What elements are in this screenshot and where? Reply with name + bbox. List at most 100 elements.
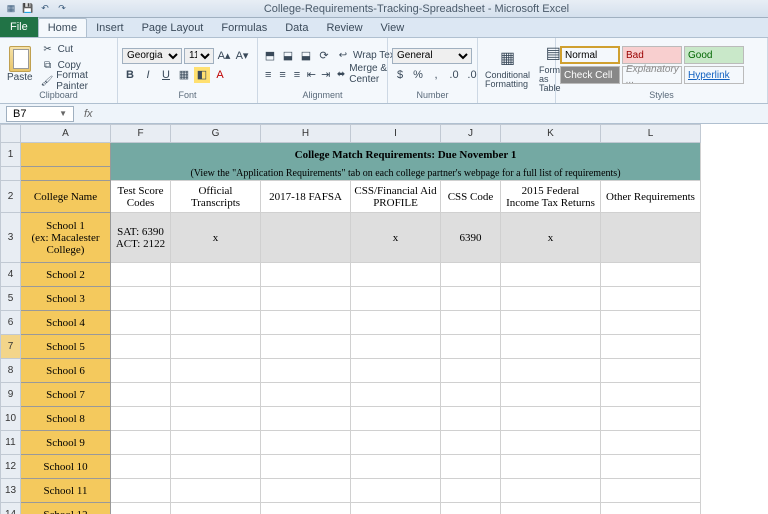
cell[interactable] [171, 479, 261, 503]
cell[interactable] [501, 383, 601, 407]
cell[interactable] [351, 287, 441, 311]
cell[interactable] [171, 287, 261, 311]
row-header[interactable]: 13 [1, 479, 21, 503]
save-icon[interactable]: 💾 [21, 2, 35, 16]
cell[interactable] [501, 479, 601, 503]
cell[interactable] [171, 335, 261, 359]
cell[interactable] [171, 503, 261, 514]
tab-formulas[interactable]: Formulas [212, 19, 276, 37]
header-cell[interactable]: College Name [21, 181, 111, 213]
cell[interactable] [111, 383, 171, 407]
fx-icon[interactable]: fx [84, 108, 93, 120]
col-header[interactable]: G [171, 125, 261, 143]
percent-icon[interactable]: % [410, 67, 426, 83]
cell[interactable] [441, 311, 501, 335]
cell[interactable] [601, 311, 701, 335]
undo-icon[interactable]: ↶ [38, 2, 52, 16]
tab-home[interactable]: Home [38, 18, 87, 37]
cell[interactable] [601, 383, 701, 407]
tab-review[interactable]: Review [317, 19, 371, 37]
paste-button[interactable]: Paste [4, 46, 36, 84]
school-cell[interactable]: School 10 [21, 455, 111, 479]
cell[interactable] [261, 383, 351, 407]
cell[interactable]: SAT: 6390ACT: 2122 [111, 213, 171, 263]
style-check-cell[interactable]: Check Cell [560, 66, 620, 84]
cell[interactable] [111, 263, 171, 287]
cell[interactable] [111, 311, 171, 335]
cell[interactable] [501, 455, 601, 479]
cell[interactable] [601, 335, 701, 359]
tab-insert[interactable]: Insert [87, 19, 133, 37]
row-header[interactable]: 9 [1, 383, 21, 407]
cell[interactable] [111, 431, 171, 455]
row-header[interactable]: 11 [1, 431, 21, 455]
cell[interactable] [351, 263, 441, 287]
col-header[interactable]: A [21, 125, 111, 143]
row-header[interactable]: 2 [1, 181, 21, 213]
orientation-icon[interactable]: ⟳ [316, 48, 332, 64]
row-header[interactable]: 1 [1, 143, 21, 167]
header-cell[interactable]: 2015 Federal Income Tax Returns [501, 181, 601, 213]
cell[interactable] [261, 407, 351, 431]
cell[interactable] [261, 311, 351, 335]
cell[interactable] [601, 455, 701, 479]
row-header[interactable]: 10 [1, 407, 21, 431]
school-cell[interactable]: School 8 [21, 407, 111, 431]
cell[interactable] [441, 359, 501, 383]
cell[interactable] [501, 503, 601, 514]
style-hyperlink[interactable]: Hyperlink [684, 66, 744, 84]
col-header[interactable]: L [601, 125, 701, 143]
select-all-corner[interactable] [1, 125, 21, 143]
cell[interactable] [601, 479, 701, 503]
cell[interactable] [501, 311, 601, 335]
header-cell[interactable]: CSS Code [441, 181, 501, 213]
bold-icon[interactable]: B [122, 67, 138, 83]
cell[interactable] [111, 287, 171, 311]
cell[interactable] [501, 287, 601, 311]
cell[interactable] [21, 143, 111, 167]
cell[interactable] [111, 407, 171, 431]
conditional-formatting-button[interactable]: ▦Conditional Formatting [482, 45, 533, 90]
cell[interactable] [111, 503, 171, 514]
cell[interactable] [261, 335, 351, 359]
cell[interactable] [351, 455, 441, 479]
cell[interactable] [111, 455, 171, 479]
row-header[interactable]: 6 [1, 311, 21, 335]
cell[interactable] [601, 287, 701, 311]
font-name-select[interactable]: Georgia [122, 48, 182, 64]
col-header[interactable]: F [111, 125, 171, 143]
cell[interactable] [601, 503, 701, 514]
cell[interactable] [501, 335, 601, 359]
italic-icon[interactable]: I [140, 67, 156, 83]
cell[interactable] [601, 431, 701, 455]
school-cell[interactable]: School 6 [21, 359, 111, 383]
cell[interactable]: 6390 [441, 213, 501, 263]
header-cell[interactable]: Other Requirements [601, 181, 701, 213]
subtitle-cell[interactable]: (View the "Application Requirements" tab… [111, 167, 701, 181]
col-header[interactable]: J [441, 125, 501, 143]
row-header[interactable]: 7 [1, 335, 21, 359]
cell[interactable] [171, 407, 261, 431]
row-header[interactable]: 12 [1, 455, 21, 479]
cell[interactable] [441, 455, 501, 479]
style-good[interactable]: Good [684, 46, 744, 64]
col-header[interactable]: I [351, 125, 441, 143]
font-size-select[interactable]: 11 [184, 48, 214, 64]
header-cell[interactable]: CSS/Financial Aid PROFILE [351, 181, 441, 213]
number-format-select[interactable]: General [392, 48, 472, 64]
cell[interactable] [261, 213, 351, 263]
cell[interactable] [601, 263, 701, 287]
cell[interactable]: x [501, 213, 601, 263]
align-center-icon[interactable]: ≡ [276, 67, 288, 83]
cell[interactable] [261, 359, 351, 383]
cell[interactable] [351, 503, 441, 514]
school-cell[interactable]: School 4 [21, 311, 111, 335]
indent-inc-icon[interactable]: ⇥ [320, 67, 332, 83]
border-icon[interactable]: ▦ [176, 67, 192, 83]
cut-button[interactable]: ✂Cut [39, 42, 113, 57]
shrink-font-icon[interactable]: A▾ [234, 48, 250, 64]
currency-icon[interactable]: $ [392, 67, 408, 83]
school-cell[interactable]: School 3 [21, 287, 111, 311]
school-cell[interactable]: School 11 [21, 479, 111, 503]
comma-icon[interactable]: , [428, 67, 444, 83]
